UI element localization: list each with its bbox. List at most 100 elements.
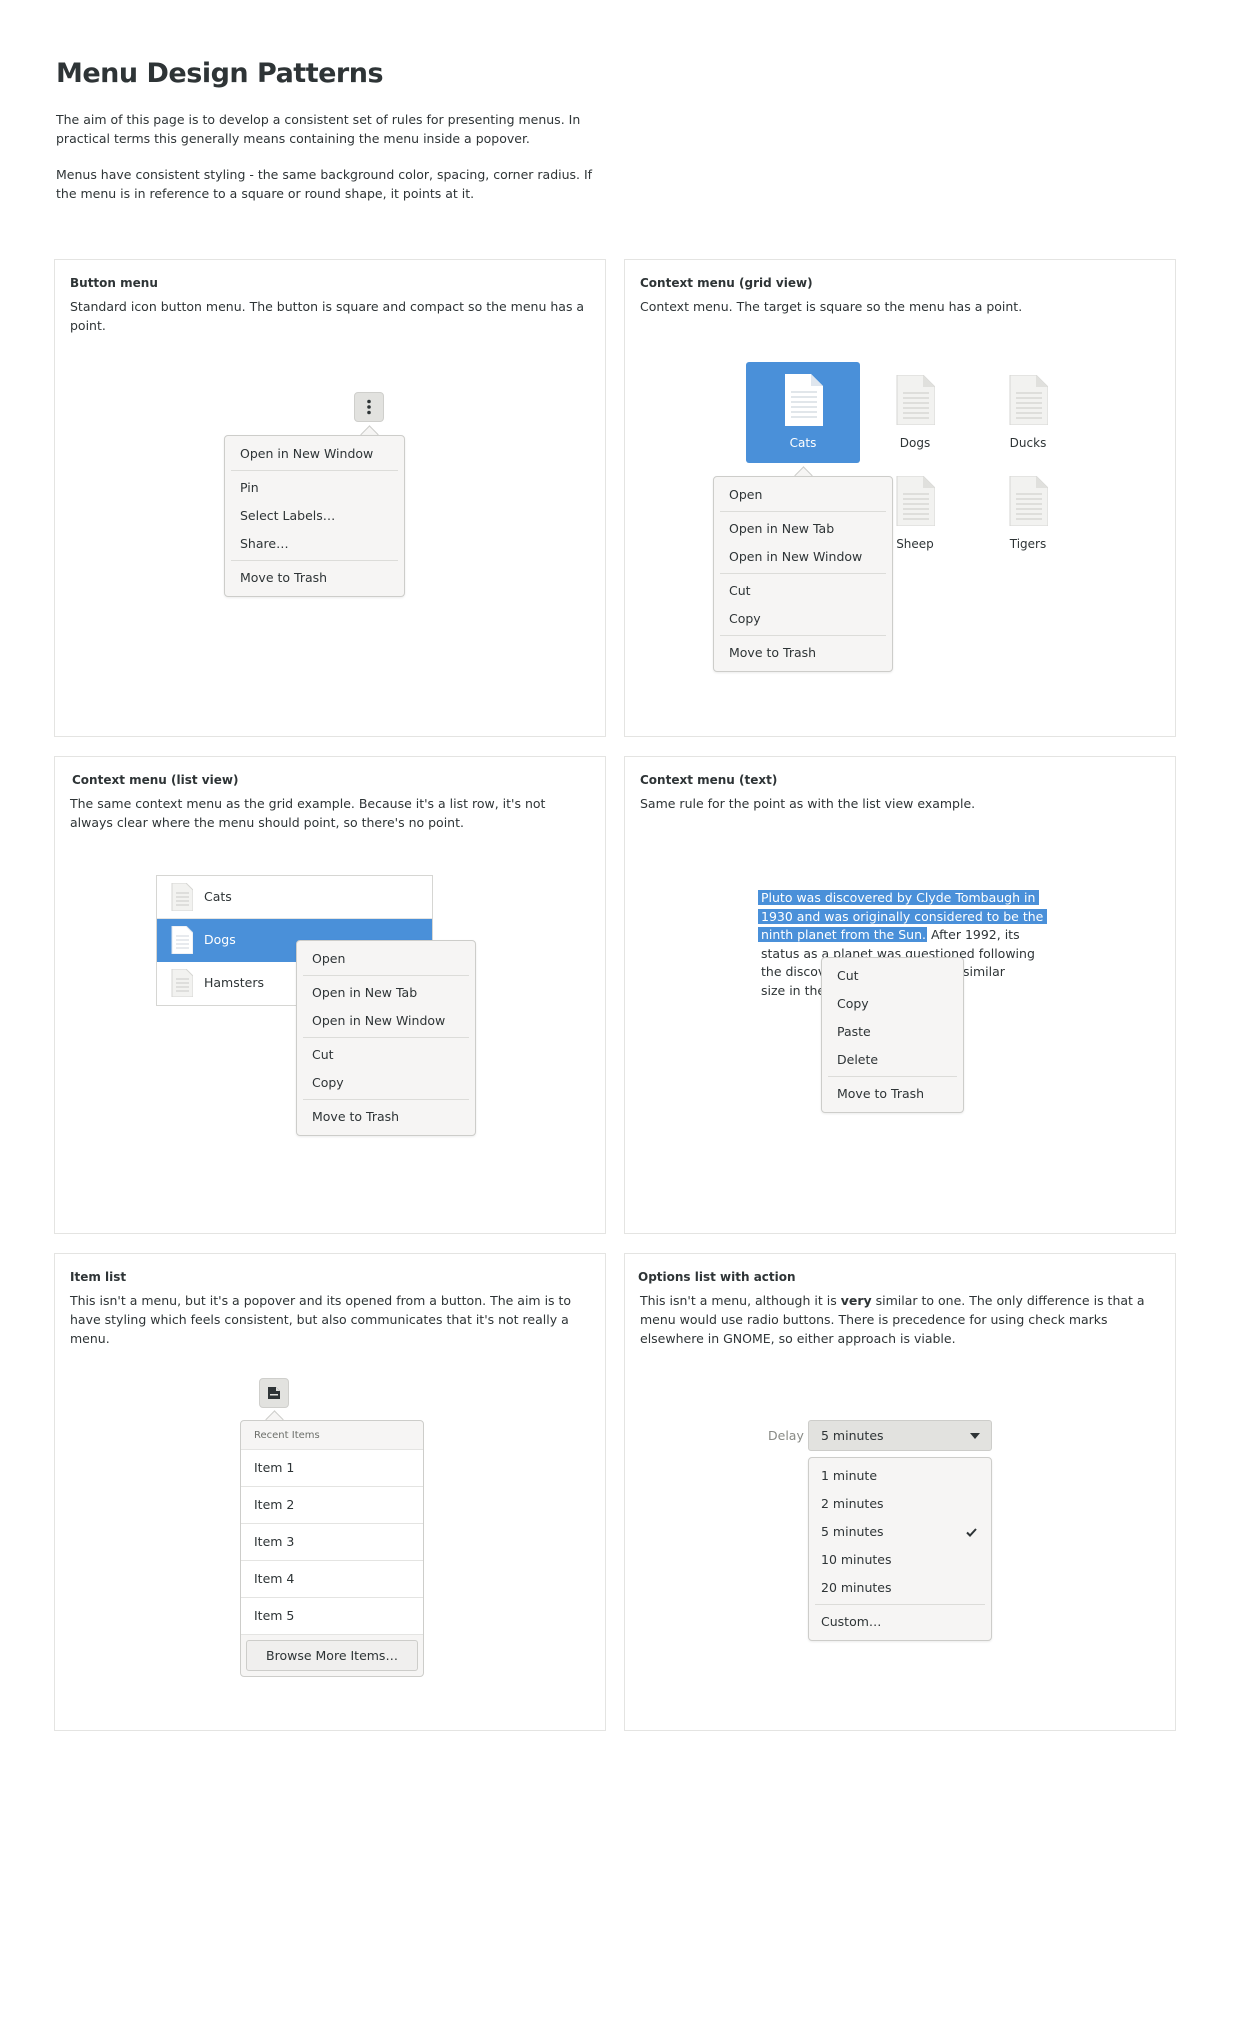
panel-title: Context menu (text): [640, 773, 778, 787]
button-menu-popover: Open in New Window Pin Select Labels… Sh…: [224, 435, 405, 597]
custom-action[interactable]: Custom…: [809, 1608, 991, 1636]
menu-item-open-new-window[interactable]: Open in New Window: [714, 543, 892, 571]
menu-item-move-to-trash[interactable]: Move to Trash: [297, 1103, 475, 1131]
list-item[interactable]: Item 2: [241, 1486, 423, 1523]
body-text: After 1992, its: [926, 927, 1020, 942]
file-label: Cats: [789, 436, 817, 450]
menu-item-copy[interactable]: Copy: [714, 605, 892, 633]
delay-label: Delay: [768, 1428, 804, 1443]
option-item-selected[interactable]: 5 minutes: [809, 1518, 991, 1546]
text-context-menu: Cut Copy Paste Delete Move to Trash: [821, 957, 964, 1113]
checkmark-icon: [966, 1528, 977, 1537]
option-item[interactable]: 10 minutes: [809, 1546, 991, 1574]
file-label[interactable]: Ducks: [988, 436, 1068, 450]
panel-button-menu: Button menu Standard icon button menu. T…: [54, 259, 606, 737]
intro-paragraph-1: The aim of this page is to develop a con…: [56, 112, 581, 146]
list-context-menu: Open Open in New Tab Open in New Window …: [296, 940, 476, 1136]
panel-context-menu-text: Context menu (text) Same rule for the po…: [624, 756, 1176, 1234]
file-tile-cats[interactable]: Cats: [746, 362, 860, 463]
menu-separator: [303, 975, 469, 976]
menu-item-copy[interactable]: Copy: [297, 1069, 475, 1097]
panel-description: The same context menu as the grid exampl…: [70, 796, 546, 830]
grid-context-menu: Open Open in New Tab Open in New Window …: [713, 476, 893, 672]
menu-separator: [720, 511, 886, 512]
menu-item-move-to-trash[interactable]: Move to Trash: [225, 564, 404, 592]
desc-emphasis: very: [840, 1293, 872, 1308]
panel-description: This isn't a menu, but it's a popover an…: [70, 1293, 572, 1346]
list-row-label: Hamsters: [204, 975, 264, 990]
panel-description: This isn't a menu, although it is very s…: [640, 1291, 1160, 1348]
menu-item-pin[interactable]: Pin: [225, 474, 404, 502]
menu-item-cut[interactable]: Cut: [297, 1041, 475, 1069]
panel-description: Same rule for the point as with the list…: [640, 796, 976, 811]
view-more-vertical-icon: [367, 399, 371, 415]
panel-title: Options list with action: [638, 1270, 796, 1284]
panel-description: Context menu. The target is square so th…: [640, 299, 1023, 314]
panel-title: Context menu (grid view): [640, 276, 813, 290]
desc-text: This isn't a menu, although it is: [640, 1293, 841, 1308]
panel-context-menu-list: Context menu (list view) The same contex…: [54, 756, 606, 1234]
document-icon: [171, 926, 193, 954]
option-item[interactable]: 2 minutes: [809, 1490, 991, 1518]
panel-description: Standard icon button menu. The button is…: [70, 299, 585, 333]
selected-text: Pluto was discovered by Clyde Tombaugh i…: [758, 890, 1040, 905]
option-item[interactable]: 1 minute: [809, 1462, 991, 1490]
file-label[interactable]: Dogs: [875, 436, 955, 450]
menu-item-move-to-trash[interactable]: Move to Trash: [822, 1080, 963, 1108]
document-open-recent-icon: [268, 1387, 280, 1399]
list-row-label: Cats: [204, 889, 232, 904]
panel-item-list: Item list This isn't a menu, but it's a …: [54, 1253, 606, 1731]
chevron-down-icon: [970, 1433, 980, 1439]
panel-options-list: Options list with action This isn't a me…: [624, 1253, 1176, 1731]
panel-title: Item list: [70, 1270, 127, 1284]
delay-options-popover: 1 minute 2 minutes 5 minutes 10 minutes …: [808, 1457, 992, 1641]
page-title: Menu Design Patterns: [56, 58, 384, 89]
menu-item-copy[interactable]: Copy: [822, 990, 963, 1018]
document-icon: [785, 374, 823, 426]
panel-title: Context menu (list view): [72, 773, 239, 787]
list-item[interactable]: Item 1: [241, 1449, 423, 1486]
menu-item-delete[interactable]: Delete: [822, 1046, 963, 1074]
selected-text: ninth planet from the Sun.: [758, 927, 927, 942]
panel-context-menu-grid: Context menu (grid view) Context menu. T…: [624, 259, 1176, 737]
menu-item-open-new-tab[interactable]: Open in New Tab: [297, 979, 475, 1007]
panel-title: Button menu: [70, 276, 158, 290]
body-text: similar: [963, 964, 1005, 979]
recent-button[interactable]: [259, 1378, 289, 1408]
document-icon: [171, 969, 193, 997]
menu-separator: [828, 1076, 957, 1077]
menu-button[interactable]: [354, 392, 384, 422]
menu-item-open[interactable]: Open: [714, 481, 892, 509]
menu-separator: [815, 1604, 985, 1605]
list-item[interactable]: Item 4: [241, 1560, 423, 1597]
document-icon: [1009, 476, 1048, 526]
document-icon: [1009, 375, 1048, 425]
menu-item-share[interactable]: Share…: [225, 530, 404, 558]
menu-item-open-new-tab[interactable]: Open in New Tab: [714, 515, 892, 543]
browse-more-button[interactable]: Browse More Items…: [246, 1640, 418, 1671]
menu-item-move-to-trash[interactable]: Move to Trash: [714, 639, 892, 667]
file-label[interactable]: Tigers: [988, 537, 1068, 551]
menu-item-open[interactable]: Open: [297, 945, 475, 973]
menu-item-paste[interactable]: Paste: [822, 1018, 963, 1046]
menu-separator: [720, 635, 886, 636]
popover-header: Recent Items: [254, 1430, 320, 1441]
option-item[interactable]: 20 minutes: [809, 1574, 991, 1602]
menu-item-open-new-window[interactable]: Open in New Window: [297, 1007, 475, 1035]
delay-dropdown[interactable]: 5 minutes: [808, 1420, 992, 1451]
option-label: 5 minutes: [821, 1524, 884, 1539]
menu-item-cut[interactable]: Cut: [822, 962, 963, 990]
list-item[interactable]: Item 5: [241, 1597, 423, 1635]
menu-separator: [303, 1037, 469, 1038]
body-text: the discov: [761, 964, 826, 979]
document-icon: [896, 375, 935, 425]
menu-item-open-new-window[interactable]: Open in New Window: [225, 440, 404, 468]
recent-items-popover: Recent Items Item 1 Item 2 Item 3 Item 4…: [240, 1420, 424, 1677]
menu-item-select-labels[interactable]: Select Labels…: [225, 502, 404, 530]
menu-item-cut[interactable]: Cut: [714, 577, 892, 605]
list-row-cats[interactable]: Cats: [157, 876, 432, 919]
list-item[interactable]: Item 3: [241, 1523, 423, 1560]
menu-separator: [303, 1099, 469, 1100]
document-icon: [171, 883, 193, 911]
selected-text: 1930 and was originally considered to be…: [758, 908, 1048, 924]
